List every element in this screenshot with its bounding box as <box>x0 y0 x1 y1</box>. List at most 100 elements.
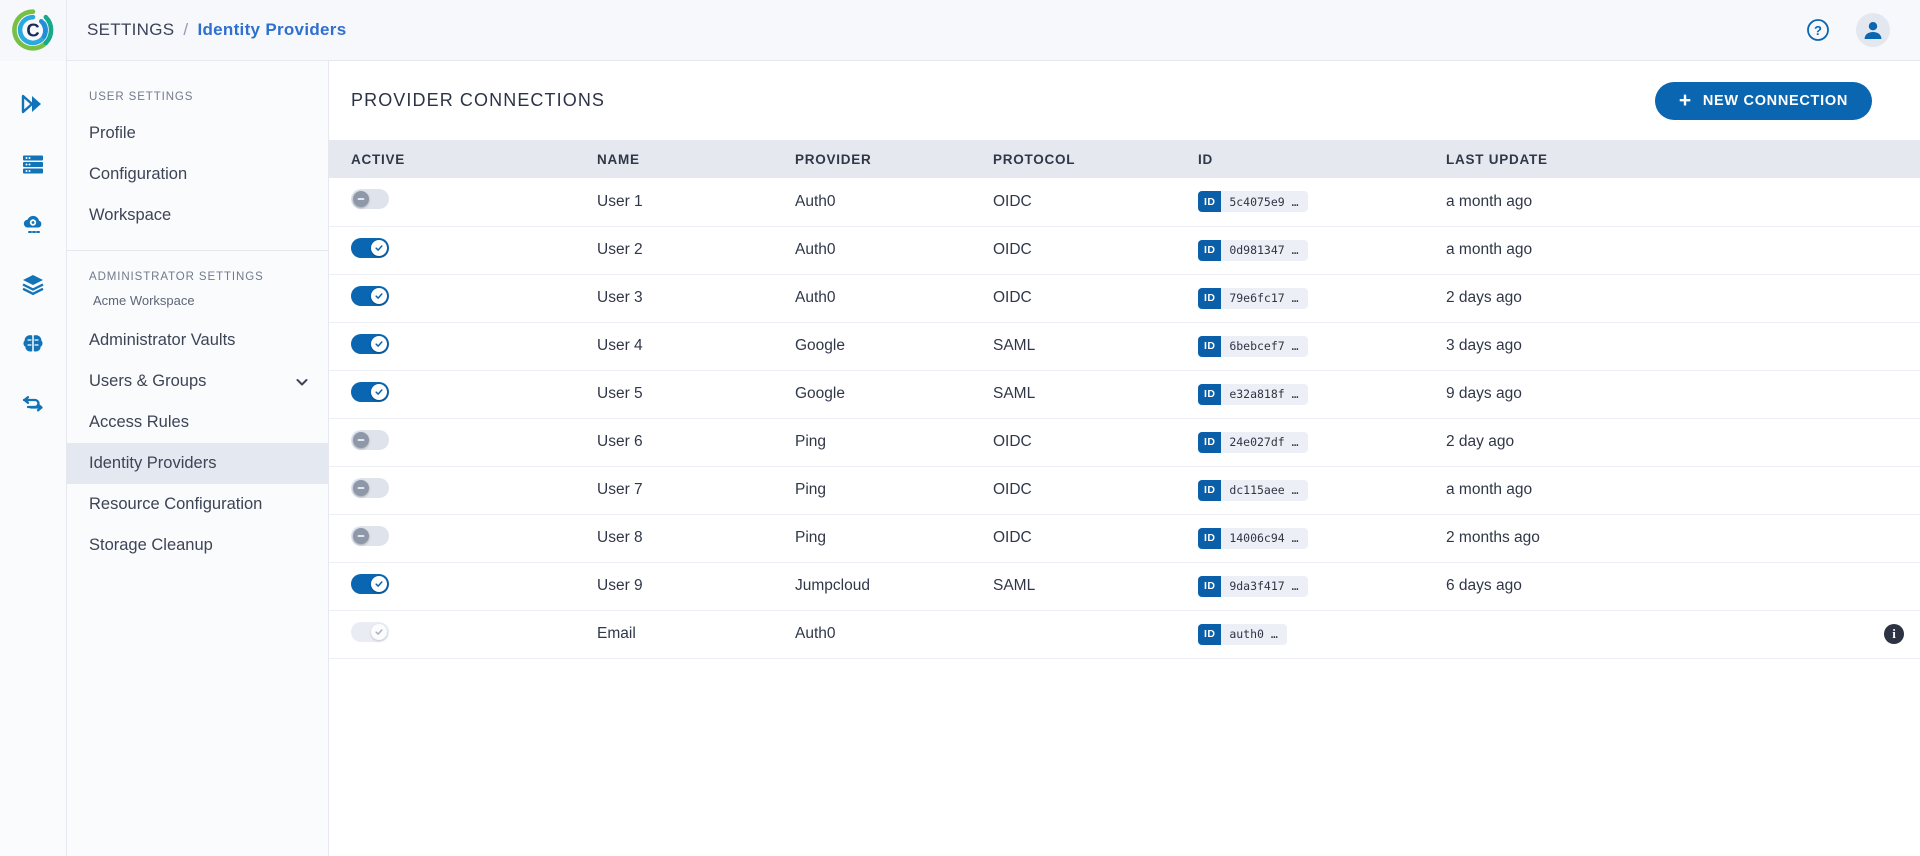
breadcrumb-identity-providers[interactable]: Identity Providers <box>197 20 346 40</box>
cell-last-update: a month ago <box>1436 226 1848 274</box>
id-badge[interactable]: IDauth0 … <box>1198 624 1287 645</box>
active-toggle[interactable] <box>351 478 389 498</box>
admin-settings-section: ADMINISTRATOR SETTINGS Acme Workspace Ad… <box>67 251 328 580</box>
column-header-id[interactable]: ID <box>1188 140 1436 178</box>
id-badge-value: 14006c94 … <box>1221 528 1307 549</box>
body: USER SETTINGS Profile Configuration Work… <box>0 61 1920 856</box>
cell-protocol: SAML <box>983 370 1188 418</box>
info-circle-icon[interactable]: i <box>1884 624 1904 644</box>
id-badge[interactable]: ID14006c94 … <box>1198 528 1308 549</box>
table-row[interactable]: User 1Auth0OIDCID5c4075e9 …a month ago <box>329 178 1920 226</box>
server-rack-icon[interactable] <box>13 149 53 179</box>
cloud-gear-icon[interactable] <box>13 209 53 239</box>
active-toggle[interactable] <box>351 526 389 546</box>
layers-icon[interactable] <box>13 269 53 299</box>
active-toggle[interactable] <box>351 382 389 402</box>
table-row[interactable]: User 8PingOIDCID14006c94 …2 months ago <box>329 514 1920 562</box>
double-chevron-right-icon[interactable] <box>13 89 53 119</box>
id-badge[interactable]: ID24e027df … <box>1198 432 1308 453</box>
id-badge-value: 79e6fc17 … <box>1221 288 1307 309</box>
sidebar-item-resource-configuration[interactable]: Resource Configuration <box>67 484 328 525</box>
cell-info <box>1848 274 1920 322</box>
id-badge[interactable]: ID5c4075e9 … <box>1198 191 1308 212</box>
toggle-knob <box>371 288 387 304</box>
table-row[interactable]: User 9JumpcloudSAMLID9da3f417 …6 days ag… <box>329 562 1920 610</box>
column-header-name[interactable]: NAME <box>587 140 785 178</box>
sidebar-item-storage-cleanup[interactable]: Storage Cleanup <box>67 525 328 566</box>
toggle-knob <box>371 624 387 640</box>
id-badge[interactable]: IDdc115aee … <box>1198 480 1308 501</box>
main-content: PROVIDER CONNECTIONS + NEW CONNECTION AC… <box>329 61 1920 856</box>
id-badge-label: ID <box>1198 528 1221 549</box>
help-icon[interactable]: ? <box>1806 18 1830 42</box>
id-badge[interactable]: ID9da3f417 … <box>1198 576 1308 597</box>
table-row[interactable]: User 7PingOIDCIDdc115aee …a month ago <box>329 466 1920 514</box>
cell-active <box>329 178 587 226</box>
table-row[interactable]: User 2Auth0OIDCID0d981347 …a month ago <box>329 226 1920 274</box>
id-badge-label: ID <box>1198 432 1221 453</box>
id-badge[interactable]: ID6bebcef7 … <box>1198 336 1308 357</box>
cell-name: User 5 <box>587 370 785 418</box>
avatar[interactable] <box>1856 13 1890 47</box>
app-logo[interactable]: C <box>0 0 67 61</box>
plus-icon: + <box>1679 90 1692 111</box>
sidebar-item-administrator-vaults[interactable]: Administrator Vaults <box>67 320 328 361</box>
id-badge[interactable]: ID0d981347 … <box>1198 240 1308 261</box>
table-row[interactable]: User 5GoogleSAMLIDe32a818f …9 days ago <box>329 370 1920 418</box>
cell-provider: Ping <box>785 466 983 514</box>
toggle-knob <box>353 480 369 496</box>
cell-info <box>1848 370 1920 418</box>
table-row[interactable]: User 4GoogleSAMLID6bebcef7 …3 days ago <box>329 322 1920 370</box>
table-row[interactable]: User 3Auth0OIDCID79e6fc17 …2 days ago <box>329 274 1920 322</box>
cell-last-update: 9 days ago <box>1436 370 1848 418</box>
new-connection-button[interactable]: + NEW CONNECTION <box>1655 82 1872 120</box>
column-header-provider[interactable]: PROVIDER <box>785 140 983 178</box>
active-toggle[interactable] <box>351 430 389 450</box>
sidebar-item-profile[interactable]: Profile <box>67 113 328 154</box>
user-settings-heading: USER SETTINGS <box>67 81 328 113</box>
column-header-protocol[interactable]: PROTOCOL <box>983 140 1188 178</box>
transfer-arrows-icon[interactable] <box>13 389 53 419</box>
main-header: PROVIDER CONNECTIONS + NEW CONNECTION <box>329 61 1920 140</box>
active-toggle[interactable] <box>351 286 389 306</box>
sidebar-item-label: Identity Providers <box>89 454 216 473</box>
sidebar-item-users-groups[interactable]: Users & Groups <box>67 361 328 402</box>
chevron-down-icon[interactable] <box>294 374 310 390</box>
cell-last-update <box>1436 610 1848 658</box>
cell-last-update: 6 days ago <box>1436 562 1848 610</box>
id-badge-label: ID <box>1198 480 1221 501</box>
active-toggle[interactable] <box>351 189 389 209</box>
cell-protocol: OIDC <box>983 514 1188 562</box>
cell-info <box>1848 562 1920 610</box>
id-badge-value: 5c4075e9 … <box>1221 191 1307 212</box>
sidebar-item-workspace[interactable]: Workspace <box>67 195 328 236</box>
column-header-last-update[interactable]: LAST UPDATE <box>1436 140 1848 178</box>
active-toggle[interactable] <box>351 238 389 258</box>
active-toggle[interactable] <box>351 334 389 354</box>
brain-icon[interactable] <box>13 329 53 359</box>
active-toggle[interactable] <box>351 574 389 594</box>
column-header-active[interactable]: ACTIVE <box>329 140 587 178</box>
breadcrumb-settings[interactable]: SETTINGS <box>87 20 174 40</box>
id-badge-label: ID <box>1198 240 1221 261</box>
settings-sidebar: USER SETTINGS Profile Configuration Work… <box>67 61 329 856</box>
table-row[interactable]: EmailAuth0IDauth0 …i <box>329 610 1920 658</box>
sidebar-item-identity-providers[interactable]: Identity Providers <box>67 443 328 484</box>
cell-active <box>329 610 587 658</box>
cell-id: ID5c4075e9 … <box>1188 178 1436 226</box>
cell-protocol <box>983 610 1188 658</box>
id-badge-value: 9da3f417 … <box>1221 576 1307 597</box>
cell-active <box>329 322 587 370</box>
table-row[interactable]: User 6PingOIDCID24e027df …2 day ago <box>329 418 1920 466</box>
id-badge[interactable]: ID79e6fc17 … <box>1198 288 1308 309</box>
cell-last-update: a month ago <box>1436 466 1848 514</box>
id-badge[interactable]: IDe32a818f … <box>1198 384 1308 405</box>
cell-active <box>329 226 587 274</box>
cell-provider: Jumpcloud <box>785 562 983 610</box>
cell-info <box>1848 322 1920 370</box>
sidebar-item-access-rules[interactable]: Access Rules <box>67 402 328 443</box>
svg-text:?: ? <box>1814 23 1822 38</box>
cell-name: User 1 <box>587 178 785 226</box>
cell-provider: Auth0 <box>785 226 983 274</box>
sidebar-item-configuration[interactable]: Configuration <box>67 154 328 195</box>
